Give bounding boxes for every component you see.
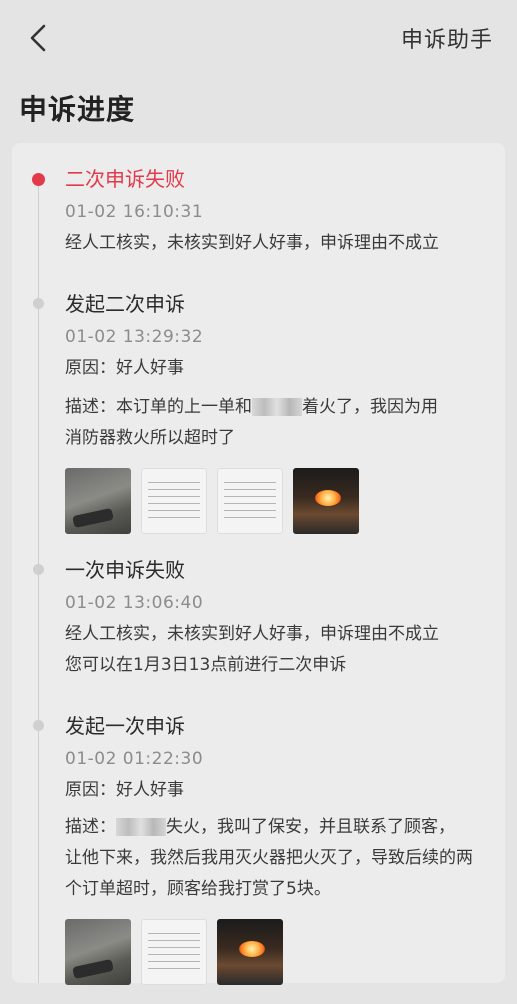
attachment-images: [65, 468, 501, 534]
entry-time: 01-02 01:22:30: [65, 749, 204, 769]
description-text: 个订单超时，顾客给我打赏了5块。: [65, 879, 331, 899]
timeline-dot-active: [32, 173, 45, 186]
timeline-entry-first-appeal-failed: 一次申诉失败 01-02 13:06:40 经人工核实，未核实到好人好事，申诉理…: [65, 553, 501, 681]
description-text: 描述：本订单的上一单和: [65, 397, 252, 417]
chevron-left-icon: [30, 24, 46, 52]
entry-time: 01-02 13:06:40: [65, 593, 204, 613]
description-text: 让他下来，我然后我用灭火器把火灭了，导致后续的两: [65, 848, 473, 868]
timeline-entry-first-appeal-submitted: 发起一次申诉 01-02 01:22:30 原因：好人好事 描述： 失火，我叫了保…: [65, 709, 501, 985]
entry-reason: 原因：好人好事: [65, 358, 184, 378]
timeline-dot: [33, 720, 44, 731]
entry-description: 描述： 失火，我叫了保安，并且联系了顾客， 让他下来，我然后我用灭火器把火灭了，导…: [65, 812, 501, 905]
entry-title: 发起二次申诉: [65, 292, 185, 316]
entry-reason: 原因：好人好事: [65, 780, 184, 800]
redacted-text: [116, 818, 166, 836]
entry-time: 01-02 13:29:32: [65, 327, 204, 347]
timeline-entry-second-appeal-failed: 二次申诉失败 01-02 16:10:31 经人工核实，未核实到好人好事，申诉理…: [65, 162, 501, 259]
timeline-dot: [33, 298, 44, 309]
entry-text: 经人工核实，未核实到好人好事，申诉理由不成立: [65, 624, 439, 644]
attachment-images: [65, 919, 501, 985]
timeline-dot: [33, 564, 44, 575]
entry-title: 发起一次申诉: [65, 714, 185, 738]
attachment-thumbnail[interactable]: [65, 468, 131, 534]
top-bar: 申诉助手: [0, 0, 517, 80]
appeal-helper-link[interactable]: 申诉助手: [401, 22, 493, 54]
attachment-thumbnail[interactable]: [141, 468, 207, 534]
entry-text: 您可以在1月3日13点前进行二次申诉: [65, 655, 347, 675]
entry-time: 01-02 16:10:31: [65, 202, 204, 222]
entry-description: 描述：本订单的上一单和 着火了，我因为用 消防器救火所以超时了: [65, 392, 501, 454]
entry-text: 经人工核实，未核实到好人好事，申诉理由不成立: [65, 233, 439, 253]
page-title: 申诉进度: [19, 93, 136, 126]
description-text: 失火，我叫了保安，并且联系了顾客，: [166, 817, 455, 837]
attachment-thumbnail[interactable]: [217, 919, 283, 985]
entry-title: 二次申诉失败: [65, 167, 185, 191]
entry-title: 一次申诉失败: [65, 558, 185, 582]
description-text: 着火了，我因为用: [302, 397, 438, 417]
redacted-text: [252, 398, 302, 416]
appeal-progress-screen: 申诉助手 申诉进度 二次申诉失败 01-02 16:10:31 经人工核实，未核…: [0, 0, 517, 1004]
timeline-card: 二次申诉失败 01-02 16:10:31 经人工核实，未核实到好人好事，申诉理…: [12, 143, 505, 985]
attachment-thumbnail[interactable]: [65, 919, 131, 985]
attachment-thumbnail[interactable]: [141, 919, 207, 985]
timeline-entry-second-appeal-submitted: 发起二次申诉 01-02 13:29:32 原因：好人好事 描述：本订单的上一单…: [65, 287, 501, 534]
back-button[interactable]: [22, 20, 58, 56]
attachment-thumbnail[interactable]: [217, 468, 283, 534]
description-text: 消防器救火所以超时了: [65, 428, 235, 448]
attachment-thumbnail[interactable]: [293, 468, 359, 534]
description-text: 描述：: [65, 817, 116, 837]
